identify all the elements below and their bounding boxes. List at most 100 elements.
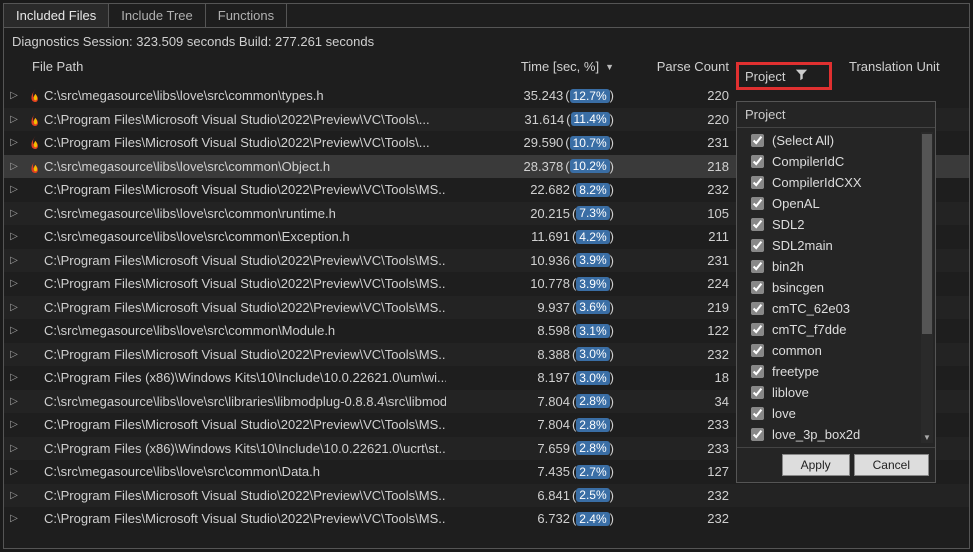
tab-include-tree[interactable]: Include Tree [109,4,206,27]
filter-checkbox-item[interactable]: (Select All) [737,130,935,151]
filter-checkbox-item[interactable]: CompilerIdCXX [737,172,935,193]
expand-icon[interactable]: ▷ [4,396,24,407]
filter-checkbox[interactable] [751,218,764,231]
parse-count-value: 220 [634,112,739,127]
parse-count-value: 218 [634,159,739,174]
flame-icon [26,160,44,173]
filter-checkbox-item[interactable]: cmTC_f7dde [737,319,935,340]
time-value: 11.691 (4.2%) [531,229,614,244]
filter-checkbox-item[interactable]: love [737,403,935,424]
file-path-text: C:\Program Files\Microsoft Visual Studio… [44,347,446,362]
table-row[interactable]: ▷ C:\Program Files\Microsoft Visual Studi… [4,507,969,531]
filter-checkbox[interactable] [751,281,764,294]
filter-checkbox[interactable] [751,134,764,147]
expand-icon[interactable]: ▷ [4,231,24,242]
filter-icon[interactable] [795,68,808,84]
time-value: 7.804 (2.8%) [537,394,614,409]
expand-icon[interactable]: ▷ [4,325,24,336]
expand-icon[interactable]: ▷ [4,466,24,477]
expand-icon[interactable]: ▷ [4,419,24,430]
header-project-highlight[interactable]: Project [736,62,832,90]
expand-icon[interactable]: ▷ [4,372,24,383]
expand-icon[interactable]: ▷ [4,90,24,101]
filter-item-label: liblove [772,385,809,400]
file-path-text: C:\src\megasource\libs\love\src\common\r… [44,206,446,221]
dropdown-list: (Select All)CompilerIdC CompilerIdCXX Open… [737,128,935,447]
expand-icon[interactable]: ▷ [4,137,24,148]
parse-count-value: 231 [634,253,739,268]
time-value: 31.614 (11.4%) [524,112,614,127]
filter-checkbox[interactable] [751,365,764,378]
expand-icon[interactable]: ▷ [4,184,24,195]
header-file-path[interactable]: File Path [24,59,464,74]
filter-checkbox-item[interactable]: freetype [737,361,935,382]
filter-checkbox-item[interactable]: CompilerIdC [737,151,935,172]
filter-checkbox-item[interactable]: SDL2main [737,235,935,256]
filter-checkbox[interactable] [751,428,764,441]
filter-checkbox[interactable] [751,176,764,189]
expand-icon[interactable]: ▷ [4,349,24,360]
filter-item-label: CompilerIdCXX [772,175,862,190]
scroll-down-icon[interactable]: ▼ [921,433,933,443]
apply-button[interactable]: Apply [782,454,850,476]
filter-checkbox-item[interactable]: SDL2 [737,214,935,235]
expand-icon[interactable]: ▷ [4,443,24,454]
filter-checkbox-item[interactable]: love_3p_box2d [737,424,935,445]
parse-count-value: 232 [634,511,739,526]
filter-checkbox-item[interactable]: OpenAL [737,193,935,214]
expand-icon[interactable]: ▷ [4,161,24,172]
filter-checkbox-item[interactable]: cmTC_62e03 [737,298,935,319]
filter-checkbox-item[interactable]: bin2h [737,256,935,277]
time-value: 35.243 (12.7%) [524,88,614,103]
filter-checkbox-item[interactable]: bsincgen [737,277,935,298]
tab-included-files[interactable]: Included Files [4,4,109,27]
filter-checkbox[interactable] [751,344,764,357]
cancel-button[interactable]: Cancel [854,454,929,476]
time-value: 29.590 (10.7%) [524,135,614,150]
parse-count-value: 220 [634,88,739,103]
expand-icon[interactable]: ▷ [4,302,24,313]
table-row[interactable]: ▷C:\Program Files\Microsoft Visual Studi… [4,484,969,508]
session-info: Diagnostics Session: 323.509 seconds Bui… [4,28,969,55]
header-time[interactable]: Time [sec, %] ▼ [464,59,634,74]
file-path-text: C:\Program Files\Microsoft Visual Studio… [44,511,446,526]
filter-item-label: cmTC_f7dde [772,322,846,337]
expand-icon[interactable]: ▷ [4,114,24,125]
dropdown-scrollbar[interactable]: ▲ ▼ [921,132,933,443]
filter-checkbox[interactable] [751,239,764,252]
filter-checkbox[interactable] [751,197,764,210]
tab-functions[interactable]: Functions [206,4,287,27]
filter-checkbox[interactable] [751,155,764,168]
filter-item-label: SDL2 [772,217,805,232]
filter-checkbox[interactable] [751,386,764,399]
filter-item-label: bin2h [772,259,804,274]
expand-icon[interactable]: ▷ [4,255,24,266]
filter-item-label: love_3p_box2d [772,427,860,442]
parse-count-value: 232 [634,488,739,503]
scroll-thumb[interactable] [922,134,932,334]
expand-icon[interactable]: ▷ [4,208,24,219]
parse-count-value: 122 [634,323,739,338]
filter-item-label: OpenAL [772,196,820,211]
filter-checkbox[interactable] [751,260,764,273]
file-path-text: C:\src\megasource\libs\love\src\common\D… [44,464,446,479]
file-path-text: C:\Program Files\Microsoft Visual Studio… [44,112,446,127]
file-path-text: C:\src\megasource\libs\love\src\common\t… [44,88,446,103]
expand-icon[interactable]: ▷ [4,278,24,289]
file-path-text: C:\Program Files\Microsoft Visual Studio… [44,182,446,197]
time-value: 7.659 (2.8%) [537,441,614,456]
header-parse-count[interactable]: Parse Count [634,59,739,74]
filter-checkbox[interactable] [751,302,764,315]
file-path-text: C:\src\megasource\libs\love\src\common\M… [44,323,446,338]
filter-checkbox-item[interactable]: liblove [737,382,935,403]
time-value: 10.936 (3.9%) [530,253,614,268]
parse-count-value: 232 [634,347,739,362]
filter-checkbox[interactable] [751,407,764,420]
file-path-text: C:\Program Files\Microsoft Visual Studio… [44,253,446,268]
filter-checkbox-item[interactable]: common [737,340,935,361]
expand-icon[interactable]: ▷ [4,513,24,524]
header-translation-unit[interactable]: Translation Unit [839,59,969,74]
filter-checkbox[interactable] [751,323,764,336]
expand-icon[interactable]: ▷ [4,490,24,501]
file-path-text: C:\src\megasource\libs\love\src\common\O… [44,159,446,174]
